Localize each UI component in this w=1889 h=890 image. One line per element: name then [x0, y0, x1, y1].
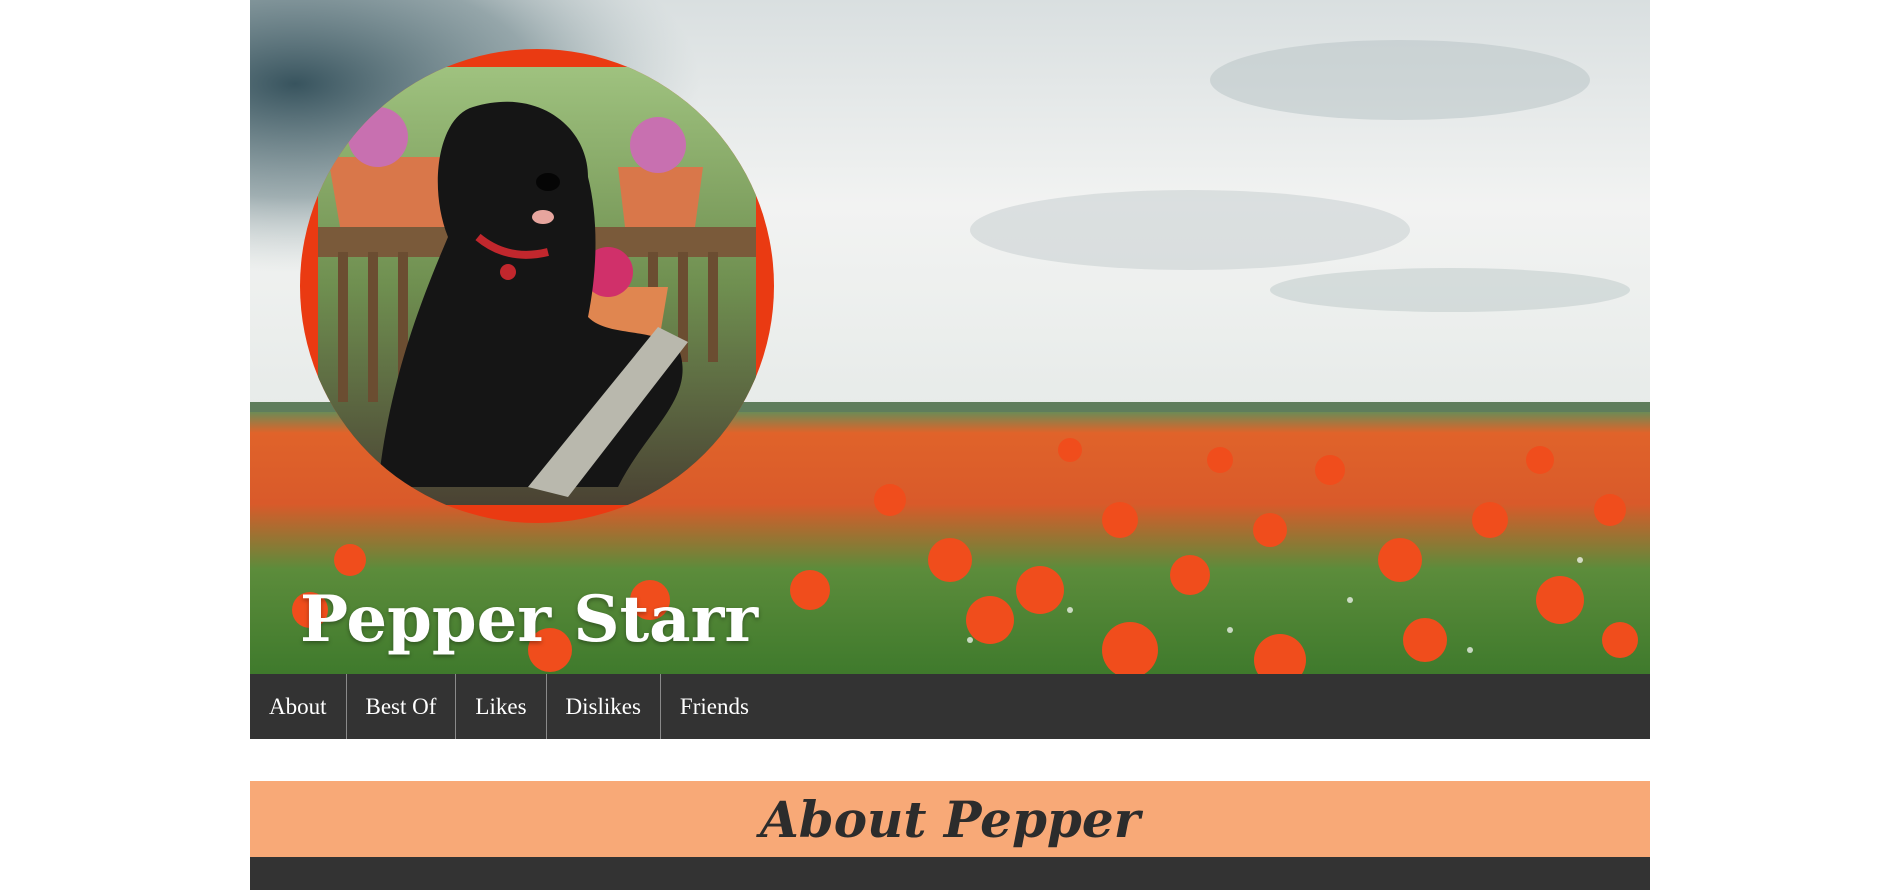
section-heading-bar: About Pepper	[250, 781, 1650, 857]
main-nav: About Best Of Likes Dislikes Friends	[250, 674, 1650, 739]
dog-photo	[318, 67, 756, 505]
section-content-bar	[250, 857, 1650, 890]
nav-item-dislikes[interactable]: Dislikes	[547, 674, 661, 739]
profile-avatar	[300, 49, 774, 523]
section-heading: About Pepper	[759, 789, 1141, 849]
about-section: About Pepper	[250, 781, 1650, 890]
site-title[interactable]: Pepper Starr	[300, 580, 758, 660]
nav-item-about[interactable]: About	[250, 674, 347, 739]
nav-item-friends[interactable]: Friends	[661, 674, 768, 739]
nav-item-best-of[interactable]: Best Of	[347, 674, 457, 739]
nav-item-likes[interactable]: Likes	[456, 674, 547, 739]
page: Pepper Starr About Best Of Likes Dislike…	[0, 0, 1889, 890]
hero-header: Pepper Starr	[250, 0, 1650, 674]
main-container: Pepper Starr About Best Of Likes Dislike…	[250, 0, 1650, 890]
